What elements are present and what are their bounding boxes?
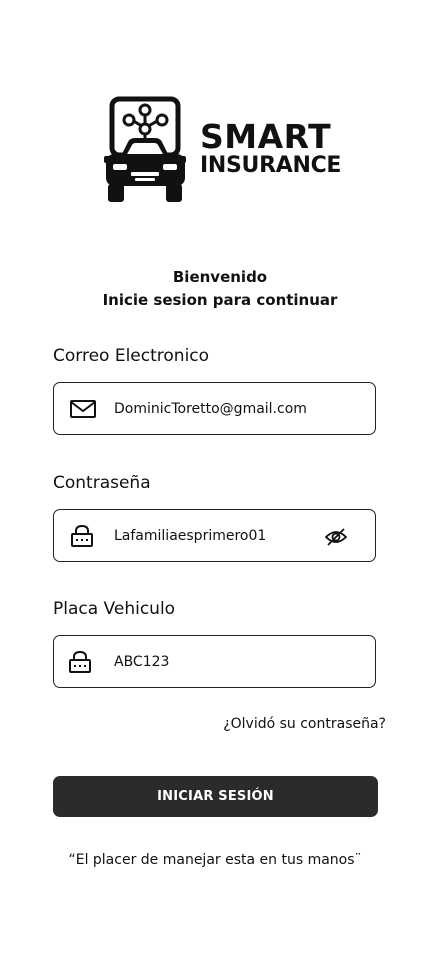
lock-icon xyxy=(71,525,93,547)
brand-line2: INSURANCE xyxy=(200,153,342,178)
app-logo: SMART INSURANCE xyxy=(104,96,341,206)
password-field[interactable]: Lafamiliaesprimero01 xyxy=(53,509,376,562)
plate-input[interactable]: ABC123 xyxy=(114,636,169,689)
welcome-block: Bienvenido Inicie sesion para continuar xyxy=(0,266,440,312)
email-label: Correo Electronico xyxy=(53,346,210,366)
plate-field[interactable]: ABC123 xyxy=(53,635,376,688)
brand-line1: SMART xyxy=(200,117,332,156)
email-field[interactable]: DominicToretto@gmail.com xyxy=(53,382,376,435)
eye-off-icon[interactable] xyxy=(325,527,347,547)
password-label: Contraseña xyxy=(53,473,151,493)
password-input[interactable]: Lafamiliaesprimero01 xyxy=(114,510,266,563)
email-input[interactable]: DominicToretto@gmail.com xyxy=(114,383,307,436)
plate-label: Placa Vehiculo xyxy=(53,599,176,619)
login-button[interactable]: INICIAR SESIÓN xyxy=(53,776,378,817)
connected-car-icon xyxy=(104,96,186,202)
mail-icon xyxy=(70,400,96,418)
forgot-password-link[interactable]: ¿Olvidó su contraseña? xyxy=(223,716,386,732)
lock-icon xyxy=(69,651,91,673)
brand-name: SMART INSURANCE xyxy=(200,120,341,177)
tagline: “El placer de manejar esta en tus manos¨ xyxy=(68,852,362,868)
welcome-title: Bienvenido xyxy=(172,268,268,286)
welcome-subtitle: Inicie sesion para continuar xyxy=(102,291,338,309)
